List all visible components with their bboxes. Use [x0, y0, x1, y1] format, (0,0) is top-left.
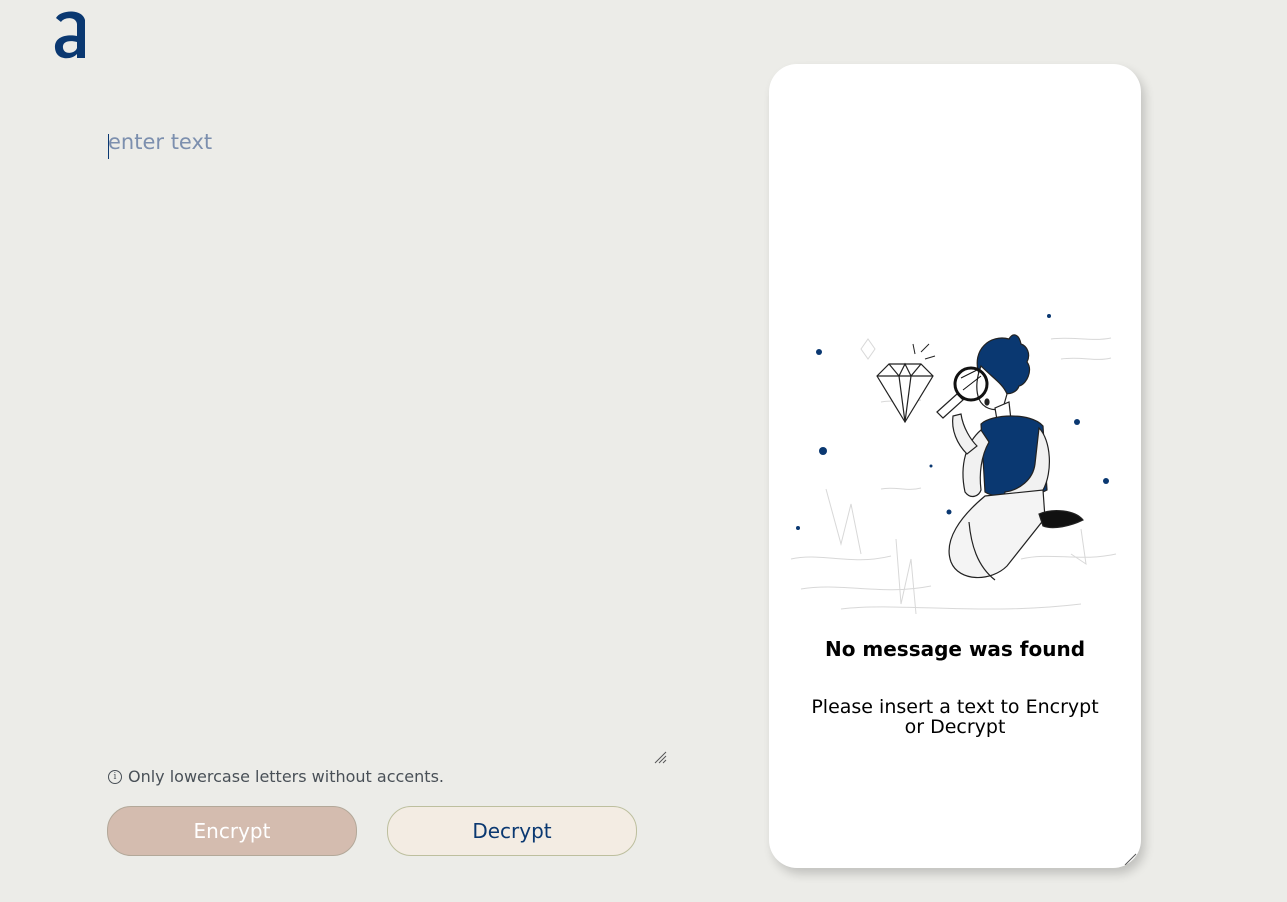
output-title: No message was found — [824, 637, 1086, 661]
text-cursor — [108, 134, 109, 159]
info-icon: i — [108, 769, 122, 784]
output-message: Please insert a text to Encrypt or Decry… — [811, 696, 1099, 738]
text-input[interactable] — [108, 130, 668, 764]
page: i Only lowercase letters without accents… — [0, 0, 1287, 902]
output-panel: No message was found Please insert a tex… — [769, 64, 1141, 868]
resize-grip-icon[interactable] — [1123, 852, 1137, 866]
empty-state-illustration — [790, 314, 1117, 615]
decrypt-button[interactable]: Decrypt — [387, 806, 637, 856]
resize-grip-icon[interactable] — [653, 750, 667, 764]
hint-text: Only lowercase letters without accents. — [128, 767, 444, 786]
input-hint: i Only lowercase letters without accents… — [108, 767, 444, 786]
logo-icon[interactable] — [50, 6, 92, 64]
encrypt-button[interactable]: Encrypt — [107, 806, 357, 856]
